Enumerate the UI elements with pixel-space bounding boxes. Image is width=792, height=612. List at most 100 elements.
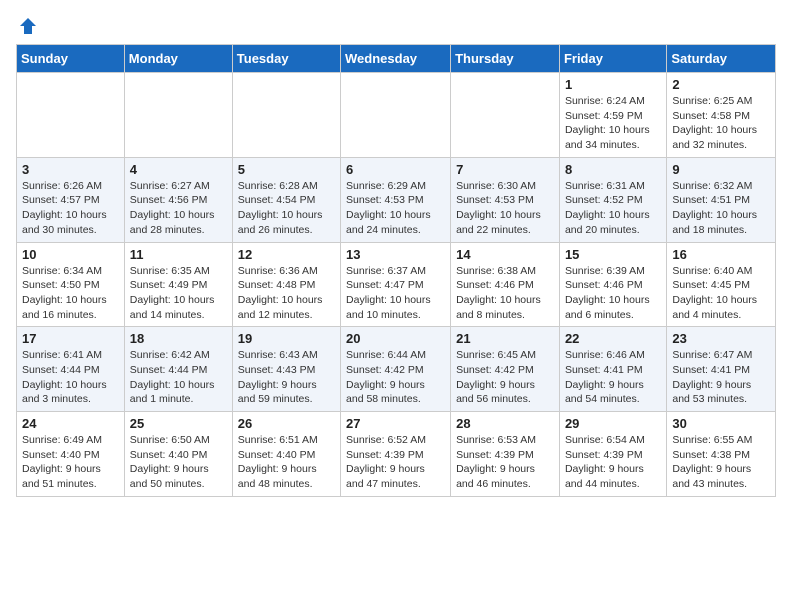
day-number: 23: [672, 331, 770, 346]
day-number: 15: [565, 247, 661, 262]
day-number: 2: [672, 77, 770, 92]
day-info: Sunrise: 6:42 AM Sunset: 4:44 PM Dayligh…: [130, 348, 227, 407]
calendar-cell: 18 Sunrise: 6:42 AM Sunset: 4:44 PM Dayli…: [124, 327, 232, 412]
day-number: 25: [130, 416, 227, 431]
day-info: Sunrise: 6:45 AM Sunset: 4:42 PM Dayligh…: [456, 348, 554, 407]
calendar-cell: 1Sunrise: 6:24 AM Sunset: 4:59 PM Daylig…: [559, 73, 666, 158]
day-info: Sunrise: 6:39 AM Sunset: 4:46 PM Dayligh…: [565, 264, 661, 323]
header-row: SundayMondayTuesdayWednesdayThursdayFrid…: [17, 45, 776, 73]
calendar-cell: 14 Sunrise: 6:38 AM Sunset: 4:46 PM Dayli…: [451, 242, 560, 327]
calendar-cell: 27 Sunrise: 6:52 AM Sunset: 4:39 PM Dayli…: [341, 412, 451, 497]
calendar-cell: 26Sunrise: 6:51 AM Sunset: 4:40 PM Dayli…: [232, 412, 340, 497]
day-info: Sunrise: 6:40 AM Sunset: 4:45 PM Dayligh…: [672, 264, 770, 323]
day-number: 21: [456, 331, 554, 346]
calendar-cell: 21 Sunrise: 6:45 AM Sunset: 4:42 PM Dayli…: [451, 327, 560, 412]
day-number: 9: [672, 162, 770, 177]
header-tuesday: Tuesday: [232, 45, 340, 73]
day-number: 7: [456, 162, 554, 177]
calendar-cell: 11 Sunrise: 6:35 AM Sunset: 4:49 PM Dayli…: [124, 242, 232, 327]
day-info: Sunrise: 6:28 AM Sunset: 4:54 PM Dayligh…: [238, 179, 335, 238]
logo: [16, 16, 38, 32]
day-number: 5: [238, 162, 335, 177]
day-number: 20: [346, 331, 445, 346]
calendar-cell: 22 Sunrise: 6:46 AM Sunset: 4:41 PM Dayli…: [559, 327, 666, 412]
day-number: 11: [130, 247, 227, 262]
day-number: 28: [456, 416, 554, 431]
header-thursday: Thursday: [451, 45, 560, 73]
day-info: Sunrise: 6:49 AM Sunset: 4:40 PM Dayligh…: [22, 433, 119, 492]
day-info: Sunrise: 6:47 AM Sunset: 4:41 PM Dayligh…: [672, 348, 770, 407]
day-number: 30: [672, 416, 770, 431]
day-number: 22: [565, 331, 661, 346]
calendar-cell: 25 Sunrise: 6:50 AM Sunset: 4:40 PM Dayli…: [124, 412, 232, 497]
calendar-cell: [341, 73, 451, 158]
day-number: 14: [456, 247, 554, 262]
day-info: Sunrise: 6:44 AM Sunset: 4:42 PM Dayligh…: [346, 348, 445, 407]
calendar-cell: 12 Sunrise: 6:36 AM Sunset: 4:48 PM Dayli…: [232, 242, 340, 327]
day-info: Sunrise: 6:34 AM Sunset: 4:50 PM Dayligh…: [22, 264, 119, 323]
calendar-cell: 30Sunrise: 6:55 AM Sunset: 4:38 PM Dayli…: [667, 412, 776, 497]
calendar-cell: 16 Sunrise: 6:40 AM Sunset: 4:45 PM Dayli…: [667, 242, 776, 327]
calendar-cell: 20 Sunrise: 6:44 AM Sunset: 4:42 PM Dayli…: [341, 327, 451, 412]
day-info: Sunrise: 6:53 AM Sunset: 4:39 PM Dayligh…: [456, 433, 554, 492]
calendar-cell: 29 Sunrise: 6:54 AM Sunset: 4:39 PM Dayli…: [559, 412, 666, 497]
calendar-cell: 8 Sunrise: 6:31 AM Sunset: 4:52 PM Daylig…: [559, 157, 666, 242]
day-number: 4: [130, 162, 227, 177]
day-info: Sunrise: 6:25 AM Sunset: 4:58 PM Dayligh…: [672, 94, 770, 153]
day-number: 8: [565, 162, 661, 177]
calendar-cell: [232, 73, 340, 158]
day-info: Sunrise: 6:50 AM Sunset: 4:40 PM Dayligh…: [130, 433, 227, 492]
calendar-cell: 10 Sunrise: 6:34 AM Sunset: 4:50 PM Dayli…: [17, 242, 125, 327]
day-info: Sunrise: 6:32 AM Sunset: 4:51 PM Dayligh…: [672, 179, 770, 238]
day-info: Sunrise: 6:54 AM Sunset: 4:39 PM Dayligh…: [565, 433, 661, 492]
day-info: Sunrise: 6:43 AM Sunset: 4:43 PM Dayligh…: [238, 348, 335, 407]
day-info: Sunrise: 6:31 AM Sunset: 4:52 PM Dayligh…: [565, 179, 661, 238]
calendar-cell: 28 Sunrise: 6:53 AM Sunset: 4:39 PM Dayli…: [451, 412, 560, 497]
day-info: Sunrise: 6:29 AM Sunset: 4:53 PM Dayligh…: [346, 179, 445, 238]
day-number: 27: [346, 416, 445, 431]
day-number: 10: [22, 247, 119, 262]
calendar-cell: 2 Sunrise: 6:25 AM Sunset: 4:58 PM Daylig…: [667, 73, 776, 158]
day-number: 12: [238, 247, 335, 262]
day-info: Sunrise: 6:30 AM Sunset: 4:53 PM Dayligh…: [456, 179, 554, 238]
day-number: 29: [565, 416, 661, 431]
calendar-cell: 9 Sunrise: 6:32 AM Sunset: 4:51 PM Daylig…: [667, 157, 776, 242]
day-info: Sunrise: 6:35 AM Sunset: 4:49 PM Dayligh…: [130, 264, 227, 323]
calendar: SundayMondayTuesdayWednesdayThursdayFrid…: [16, 44, 776, 497]
calendar-cell: 7 Sunrise: 6:30 AM Sunset: 4:53 PM Daylig…: [451, 157, 560, 242]
day-info: Sunrise: 6:38 AM Sunset: 4:46 PM Dayligh…: [456, 264, 554, 323]
calendar-cell: 3Sunrise: 6:26 AM Sunset: 4:57 PM Daylig…: [17, 157, 125, 242]
calendar-cell: [17, 73, 125, 158]
calendar-cell: 6 Sunrise: 6:29 AM Sunset: 4:53 PM Daylig…: [341, 157, 451, 242]
logo-icon: [18, 16, 38, 36]
week-row-3: 10 Sunrise: 6:34 AM Sunset: 4:50 PM Dayli…: [17, 242, 776, 327]
header-wednesday: Wednesday: [341, 45, 451, 73]
day-info: Sunrise: 6:36 AM Sunset: 4:48 PM Dayligh…: [238, 264, 335, 323]
calendar-cell: 23 Sunrise: 6:47 AM Sunset: 4:41 PM Dayli…: [667, 327, 776, 412]
calendar-cell: 4 Sunrise: 6:27 AM Sunset: 4:56 PM Daylig…: [124, 157, 232, 242]
header-saturday: Saturday: [667, 45, 776, 73]
day-number: 18: [130, 331, 227, 346]
day-info: Sunrise: 6:51 AM Sunset: 4:40 PM Dayligh…: [238, 433, 335, 492]
week-row-1: 1Sunrise: 6:24 AM Sunset: 4:59 PM Daylig…: [17, 73, 776, 158]
day-number: 19: [238, 331, 335, 346]
day-info: Sunrise: 6:27 AM Sunset: 4:56 PM Dayligh…: [130, 179, 227, 238]
week-row-2: 3Sunrise: 6:26 AM Sunset: 4:57 PM Daylig…: [17, 157, 776, 242]
calendar-cell: [451, 73, 560, 158]
calendar-cell: 17 Sunrise: 6:41 AM Sunset: 4:44 PM Dayli…: [17, 327, 125, 412]
day-number: 3: [22, 162, 119, 177]
day-number: 6: [346, 162, 445, 177]
calendar-cell: 24Sunrise: 6:49 AM Sunset: 4:40 PM Dayli…: [17, 412, 125, 497]
day-info: Sunrise: 6:37 AM Sunset: 4:47 PM Dayligh…: [346, 264, 445, 323]
page-header: [16, 16, 776, 32]
day-info: Sunrise: 6:46 AM Sunset: 4:41 PM Dayligh…: [565, 348, 661, 407]
day-info: Sunrise: 6:41 AM Sunset: 4:44 PM Dayligh…: [22, 348, 119, 407]
header-sunday: Sunday: [17, 45, 125, 73]
calendar-cell: 13Sunrise: 6:37 AM Sunset: 4:47 PM Dayli…: [341, 242, 451, 327]
day-info: Sunrise: 6:52 AM Sunset: 4:39 PM Dayligh…: [346, 433, 445, 492]
week-row-4: 17 Sunrise: 6:41 AM Sunset: 4:44 PM Dayli…: [17, 327, 776, 412]
day-number: 16: [672, 247, 770, 262]
day-number: 17: [22, 331, 119, 346]
calendar-cell: 19 Sunrise: 6:43 AM Sunset: 4:43 PM Dayli…: [232, 327, 340, 412]
day-number: 1: [565, 77, 661, 92]
